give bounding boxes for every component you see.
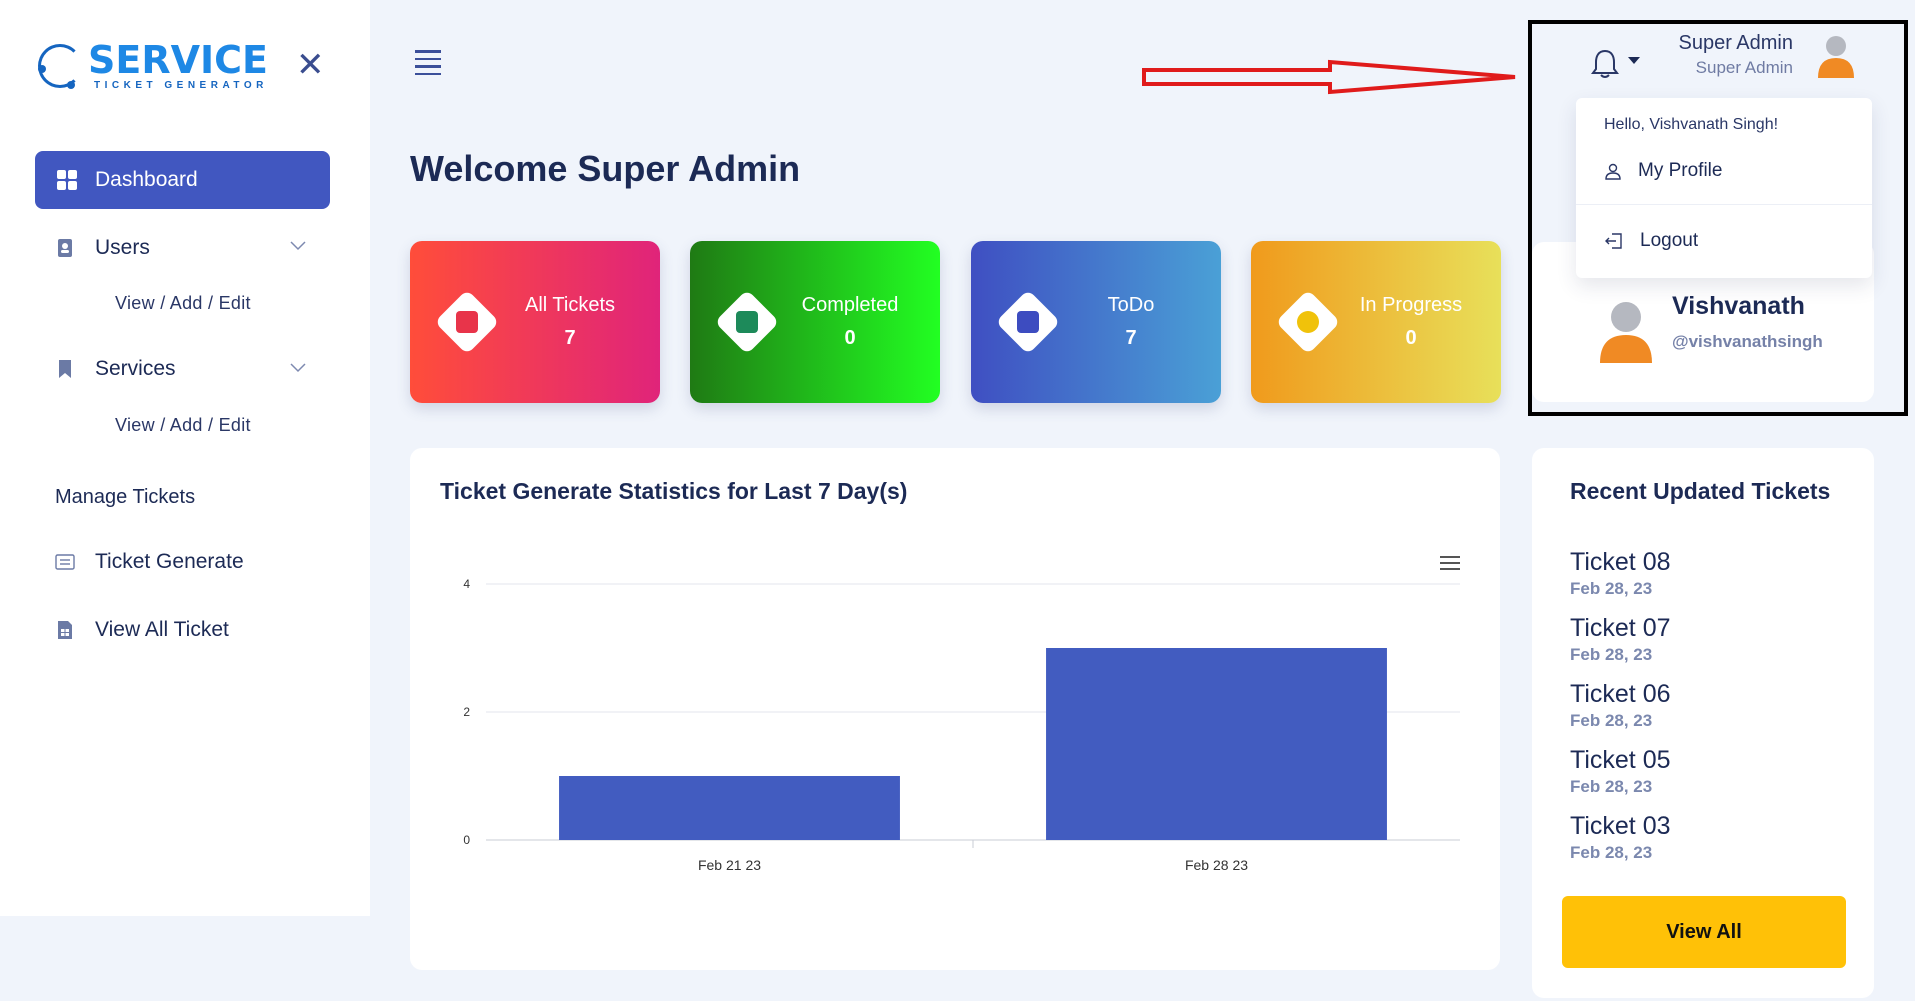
sidebar-item-label: Ticket Generate [95, 550, 244, 573]
bookmark-icon [55, 359, 75, 379]
users-view-add-edit-link[interactable]: View / Add / Edit [115, 293, 251, 314]
dropdown-greeting: Hello, Vishvanath Singh! [1604, 116, 1779, 133]
y-tick-label: 2 [463, 705, 470, 719]
close-sidebar-icon[interactable]: ✕ [296, 48, 325, 82]
list-item[interactable]: Ticket 08 Feb 28, 23 [1570, 548, 1671, 614]
chart-menu-icon[interactable] [1440, 556, 1460, 574]
sidebar-item-services[interactable]: Services [55, 357, 176, 381]
app-logo[interactable]: SERVICE TICKET GENERATOR [38, 40, 268, 91]
dropdown-divider [1576, 204, 1872, 205]
stat-label: ToDo [1107, 294, 1155, 316]
manage-tickets-heading: Manage Tickets [55, 486, 196, 508]
user-dropdown-menu: Hello, Vishvanath Singh! My Profile Logo… [1576, 98, 1872, 278]
recent-tickets-panel: Recent Updated Tickets Ticket 08 Feb 28,… [1532, 448, 1874, 998]
y-tick-label: 0 [463, 833, 470, 847]
dashboard-grid-icon [57, 170, 77, 190]
ticket-statistics-chart: 4 2 0 Feb 21 23 Feb 28 23 [463, 577, 1460, 873]
recent-tickets-title: Recent Updated Tickets [1570, 478, 1831, 504]
caret-down-icon[interactable] [1628, 57, 1640, 64]
form-list-icon [55, 552, 75, 572]
sidebar-item-label: Dashboard [95, 168, 198, 191]
list-item[interactable]: Ticket 06 Feb 28, 23 [1570, 680, 1671, 746]
stat-label: All Tickets [524, 294, 616, 316]
header-user-role: Super Admin [1695, 58, 1793, 77]
logo-title: SERVICE [88, 38, 268, 82]
chevron-down-icon[interactable] [290, 238, 306, 256]
ticket-date: Feb 28, 23 [1570, 843, 1653, 862]
stat-value: 0 [844, 327, 856, 349]
stat-label: Completed [801, 294, 899, 316]
stat-value: 0 [1405, 327, 1417, 349]
chart-bar [559, 776, 900, 840]
user-badge-icon [55, 238, 75, 258]
annotation-arrow [1142, 59, 1516, 95]
menu-item-label: My Profile [1638, 160, 1723, 181]
stat-card-todo[interactable]: ToDo 7 [971, 241, 1221, 403]
ticket-date: Feb 28, 23 [1570, 777, 1653, 796]
x-tick-label: Feb 21 23 [698, 857, 761, 873]
stat-card-completed[interactable]: Completed 0 [690, 241, 940, 403]
chevron-down-icon[interactable] [290, 360, 306, 378]
list-item[interactable]: Ticket 07 Feb 28, 23 [1570, 614, 1671, 680]
sidebar-item-view-all-ticket[interactable]: View All Ticket [55, 618, 229, 642]
view-all-button[interactable]: View All [1562, 896, 1846, 968]
ticket-title: Ticket 08 [1570, 548, 1671, 576]
list-item[interactable]: Ticket 03 Feb 28, 23 [1570, 812, 1671, 878]
stat-card-all-tickets[interactable]: All Tickets 7 [410, 241, 660, 403]
bell-icon[interactable] [1590, 48, 1620, 80]
sidebar-item-ticket-generate[interactable]: Ticket Generate [55, 550, 244, 574]
stat-label: In Progress [1359, 294, 1463, 316]
sidebar-item-label: Services [95, 357, 176, 380]
ticket-date: Feb 28, 23 [1570, 645, 1653, 664]
stat-value: 7 [1125, 327, 1137, 349]
sidebar-item-dashboard[interactable]: Dashboard [35, 151, 330, 209]
stat-value: 7 [564, 327, 576, 349]
ticket-date: Feb 28, 23 [1570, 711, 1653, 730]
ticket-title: Ticket 06 [1570, 680, 1671, 708]
sidebar-item-label: Users [95, 236, 150, 259]
logout-icon [1604, 232, 1624, 250]
chart-title: Ticket Generate Statistics for Last 7 Da… [440, 478, 908, 504]
ticket-date: Feb 28, 23 [1570, 579, 1653, 598]
header-user-name[interactable]: Super Admin [1650, 32, 1793, 55]
sidebar-item-users[interactable]: Users [55, 236, 150, 260]
logout-menu-item[interactable]: Logout [1604, 230, 1698, 252]
menu-toggle-icon[interactable] [415, 50, 441, 80]
ticket-title: Ticket 07 [1570, 614, 1671, 642]
ticket-title: Ticket 05 [1570, 746, 1671, 774]
user-icon [1604, 162, 1622, 180]
document-table-icon [55, 620, 75, 640]
logo-subtitle: TICKET GENERATOR [94, 80, 268, 91]
list-item[interactable]: Ticket 05 Feb 28, 23 [1570, 746, 1671, 812]
logo-ring-icon [38, 43, 82, 89]
ticket-title: Ticket 03 [1570, 812, 1671, 840]
sidebar-item-label: View All Ticket [95, 618, 229, 641]
avatar[interactable] [1816, 32, 1856, 78]
y-tick-label: 4 [463, 577, 470, 591]
menu-item-label: Logout [1640, 230, 1699, 251]
x-tick-label: Feb 28 23 [1185, 857, 1248, 873]
my-profile-menu-item[interactable]: My Profile [1604, 160, 1722, 182]
stat-card-in-progress[interactable]: In Progress 0 [1251, 241, 1501, 403]
ticket-statistics-panel: 4 2 0 Feb 21 23 Feb 28 23 Ticket Generate St… [410, 448, 1500, 970]
page-title: Welcome Super Admin [410, 148, 801, 189]
chart-bar [1046, 648, 1387, 840]
services-view-add-edit-link[interactable]: View / Add / Edit [115, 415, 251, 436]
sidebar: SERVICE TICKET GENERATOR ✕ Dashboard Use… [0, 0, 370, 916]
